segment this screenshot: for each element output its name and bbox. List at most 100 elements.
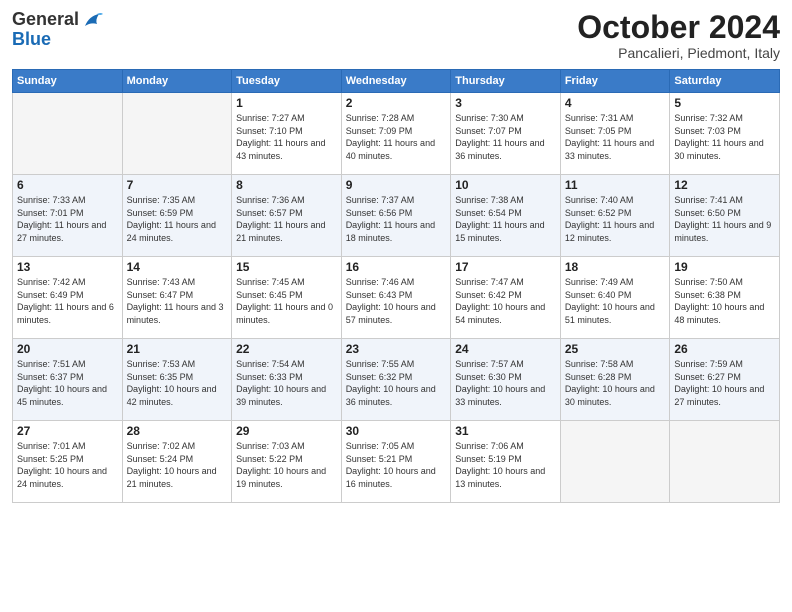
day-info-7: Sunrise: 7:35 AM Sunset: 6:59 PM Dayligh… bbox=[127, 194, 228, 244]
calendar-cell-5: 4 Sunrise: 7:31 AM Sunset: 7:05 PM Daylig… bbox=[560, 93, 670, 175]
calendar-cell-9: 8 Sunrise: 7:36 AM Sunset: 6:57 PM Daylig… bbox=[232, 175, 342, 257]
logo: General Blue bbox=[12, 10, 103, 49]
day-info-5: Sunrise: 7:32 AM Sunset: 7:03 PM Dayligh… bbox=[674, 112, 775, 162]
logo-bird-icon bbox=[81, 12, 103, 30]
day-info-9: Sunrise: 7:37 AM Sunset: 6:56 PM Dayligh… bbox=[346, 194, 447, 244]
calendar-cell-24: 23 Sunrise: 7:55 AM Sunset: 6:32 PM Dayli… bbox=[341, 339, 451, 421]
calendar-cell-20: 19Sunrise: 7:50 AM Sunset: 6:38 PM Dayli… bbox=[670, 257, 780, 339]
day-number-27: 27 bbox=[17, 424, 118, 438]
logo-text: General Blue bbox=[12, 10, 103, 49]
day-number-5: 5 bbox=[674, 96, 775, 110]
day-info-13: Sunrise: 7:42 AM Sunset: 6:49 PM Dayligh… bbox=[17, 276, 118, 326]
calendar-row-4: 27 Sunrise: 7:01 AM Sunset: 5:25 PM Dayli… bbox=[13, 421, 780, 503]
day-info-30: Sunrise: 7:05 AM Sunset: 5:21 PM Dayligh… bbox=[346, 440, 447, 490]
calendar-cell-16: 15 Sunrise: 7:45 AM Sunset: 6:45 PM Dayli… bbox=[232, 257, 342, 339]
day-info-20: Sunrise: 7:51 AM Sunset: 6:37 PM Dayligh… bbox=[17, 358, 118, 408]
calendar-cell-2: 1 Sunrise: 7:27 AM Sunset: 7:10 PM Daylig… bbox=[232, 93, 342, 175]
day-number-4: 4 bbox=[565, 96, 666, 110]
day-info-11: Sunrise: 7:40 AM Sunset: 6:52 PM Dayligh… bbox=[565, 194, 666, 244]
day-info-23: Sunrise: 7:55 AM Sunset: 6:32 PM Dayligh… bbox=[346, 358, 447, 408]
day-number-7: 7 bbox=[127, 178, 228, 192]
day-number-18: 18 bbox=[565, 260, 666, 274]
day-number-3: 3 bbox=[455, 96, 556, 110]
calendar-row-3: 20 Sunrise: 7:51 AM Sunset: 6:37 PM Dayli… bbox=[13, 339, 780, 421]
location: Pancalieri, Piedmont, Italy bbox=[577, 45, 780, 61]
day-info-26: Sunrise: 7:59 AM Sunset: 6:27 PM Dayligh… bbox=[674, 358, 775, 408]
day-info-22: Sunrise: 7:54 AM Sunset: 6:33 PM Dayligh… bbox=[236, 358, 337, 408]
calendar-cell-19: 18 Sunrise: 7:49 AM Sunset: 6:40 PM Dayli… bbox=[560, 257, 670, 339]
calendar-cell-0 bbox=[13, 93, 123, 175]
calendar-cell-30: 29Sunrise: 7:03 AM Sunset: 5:22 PM Dayli… bbox=[232, 421, 342, 503]
day-number-12: 12 bbox=[674, 178, 775, 192]
day-number-17: 17 bbox=[455, 260, 556, 274]
calendar-cell-22: 21 Sunrise: 7:53 AM Sunset: 6:35 PM Dayli… bbox=[122, 339, 232, 421]
day-info-25: Sunrise: 7:58 AM Sunset: 6:28 PM Dayligh… bbox=[565, 358, 666, 408]
day-info-19: Sunrise: 7:50 AM Sunset: 6:38 PM Dayligh… bbox=[674, 276, 775, 326]
day-number-1: 1 bbox=[236, 96, 337, 110]
calendar-row-1: 6Sunrise: 7:33 AM Sunset: 7:01 PM Daylig… bbox=[13, 175, 780, 257]
calendar-cell-8: 7 Sunrise: 7:35 AM Sunset: 6:59 PM Daylig… bbox=[122, 175, 232, 257]
header: General Blue October 2024 Pancalieri, Pi… bbox=[12, 10, 780, 61]
calendar-cell-17: 16 Sunrise: 7:46 AM Sunset: 6:43 PM Dayli… bbox=[341, 257, 451, 339]
day-info-29: Sunrise: 7:03 AM Sunset: 5:22 PM Dayligh… bbox=[236, 440, 337, 490]
calendar-cell-3: 2 Sunrise: 7:28 AM Sunset: 7:09 PM Daylig… bbox=[341, 93, 451, 175]
day-number-2: 2 bbox=[346, 96, 447, 110]
day-number-20: 20 bbox=[17, 342, 118, 356]
calendar-cell-6: 5 Sunrise: 7:32 AM Sunset: 7:03 PM Daylig… bbox=[670, 93, 780, 175]
calendar-cell-33 bbox=[560, 421, 670, 503]
day-info-4: Sunrise: 7:31 AM Sunset: 7:05 PM Dayligh… bbox=[565, 112, 666, 162]
day-number-10: 10 bbox=[455, 178, 556, 192]
calendar-cell-4: 3Sunrise: 7:30 AM Sunset: 7:07 PM Daylig… bbox=[451, 93, 561, 175]
calendar-cell-13: 12Sunrise: 7:41 AM Sunset: 6:50 PM Dayli… bbox=[670, 175, 780, 257]
page-container: General Blue October 2024 Pancalieri, Pi… bbox=[0, 0, 792, 511]
day-info-31: Sunrise: 7:06 AM Sunset: 5:19 PM Dayligh… bbox=[455, 440, 556, 490]
day-info-8: Sunrise: 7:36 AM Sunset: 6:57 PM Dayligh… bbox=[236, 194, 337, 244]
day-number-8: 8 bbox=[236, 178, 337, 192]
day-info-18: Sunrise: 7:49 AM Sunset: 6:40 PM Dayligh… bbox=[565, 276, 666, 326]
header-friday: Friday bbox=[560, 70, 670, 93]
day-info-14: Sunrise: 7:43 AM Sunset: 6:47 PM Dayligh… bbox=[127, 276, 228, 326]
calendar-cell-26: 25 Sunrise: 7:58 AM Sunset: 6:28 PM Dayli… bbox=[560, 339, 670, 421]
day-number-28: 28 bbox=[127, 424, 228, 438]
day-number-16: 16 bbox=[346, 260, 447, 274]
day-info-16: Sunrise: 7:46 AM Sunset: 6:43 PM Dayligh… bbox=[346, 276, 447, 326]
weekday-header-row: Sunday Monday Tuesday Wednesday Thursday… bbox=[13, 70, 780, 93]
calendar-cell-18: 17Sunrise: 7:47 AM Sunset: 6:42 PM Dayli… bbox=[451, 257, 561, 339]
day-number-15: 15 bbox=[236, 260, 337, 274]
day-info-2: Sunrise: 7:28 AM Sunset: 7:09 PM Dayligh… bbox=[346, 112, 447, 162]
day-number-6: 6 bbox=[17, 178, 118, 192]
day-info-27: Sunrise: 7:01 AM Sunset: 5:25 PM Dayligh… bbox=[17, 440, 118, 490]
month-title: October 2024 bbox=[577, 10, 780, 45]
day-number-31: 31 bbox=[455, 424, 556, 438]
header-tuesday: Tuesday bbox=[232, 70, 342, 93]
calendar-cell-12: 11Sunrise: 7:40 AM Sunset: 6:52 PM Dayli… bbox=[560, 175, 670, 257]
calendar-cell-25: 24 Sunrise: 7:57 AM Sunset: 6:30 PM Dayli… bbox=[451, 339, 561, 421]
header-sunday: Sunday bbox=[13, 70, 123, 93]
calendar-cell-1 bbox=[122, 93, 232, 175]
calendar-table: Sunday Monday Tuesday Wednesday Thursday… bbox=[12, 69, 780, 503]
day-number-14: 14 bbox=[127, 260, 228, 274]
calendar-cell-34 bbox=[670, 421, 780, 503]
day-info-24: Sunrise: 7:57 AM Sunset: 6:30 PM Dayligh… bbox=[455, 358, 556, 408]
calendar-cell-23: 22Sunrise: 7:54 AM Sunset: 6:33 PM Dayli… bbox=[232, 339, 342, 421]
calendar-row-2: 13Sunrise: 7:42 AM Sunset: 6:49 PM Dayli… bbox=[13, 257, 780, 339]
day-info-15: Sunrise: 7:45 AM Sunset: 6:45 PM Dayligh… bbox=[236, 276, 337, 326]
calendar-cell-28: 27 Sunrise: 7:01 AM Sunset: 5:25 PM Dayli… bbox=[13, 421, 123, 503]
calendar-cell-31: 30Sunrise: 7:05 AM Sunset: 5:21 PM Dayli… bbox=[341, 421, 451, 503]
day-info-28: Sunrise: 7:02 AM Sunset: 5:24 PM Dayligh… bbox=[127, 440, 228, 490]
day-number-21: 21 bbox=[127, 342, 228, 356]
header-monday: Monday bbox=[122, 70, 232, 93]
day-number-24: 24 bbox=[455, 342, 556, 356]
calendar-row-0: 1 Sunrise: 7:27 AM Sunset: 7:10 PM Daylig… bbox=[13, 93, 780, 175]
day-number-9: 9 bbox=[346, 178, 447, 192]
day-number-25: 25 bbox=[565, 342, 666, 356]
day-info-1: Sunrise: 7:27 AM Sunset: 7:10 PM Dayligh… bbox=[236, 112, 337, 162]
day-info-21: Sunrise: 7:53 AM Sunset: 6:35 PM Dayligh… bbox=[127, 358, 228, 408]
calendar-cell-11: 10 Sunrise: 7:38 AM Sunset: 6:54 PM Dayli… bbox=[451, 175, 561, 257]
calendar-cell-27: 26Sunrise: 7:59 AM Sunset: 6:27 PM Dayli… bbox=[670, 339, 780, 421]
calendar-cell-29: 28 Sunrise: 7:02 AM Sunset: 5:24 PM Dayli… bbox=[122, 421, 232, 503]
calendar-cell-32: 31 Sunrise: 7:06 AM Sunset: 5:19 PM Dayli… bbox=[451, 421, 561, 503]
day-info-10: Sunrise: 7:38 AM Sunset: 6:54 PM Dayligh… bbox=[455, 194, 556, 244]
day-number-23: 23 bbox=[346, 342, 447, 356]
calendar-cell-10: 9 Sunrise: 7:37 AM Sunset: 6:56 PM Daylig… bbox=[341, 175, 451, 257]
